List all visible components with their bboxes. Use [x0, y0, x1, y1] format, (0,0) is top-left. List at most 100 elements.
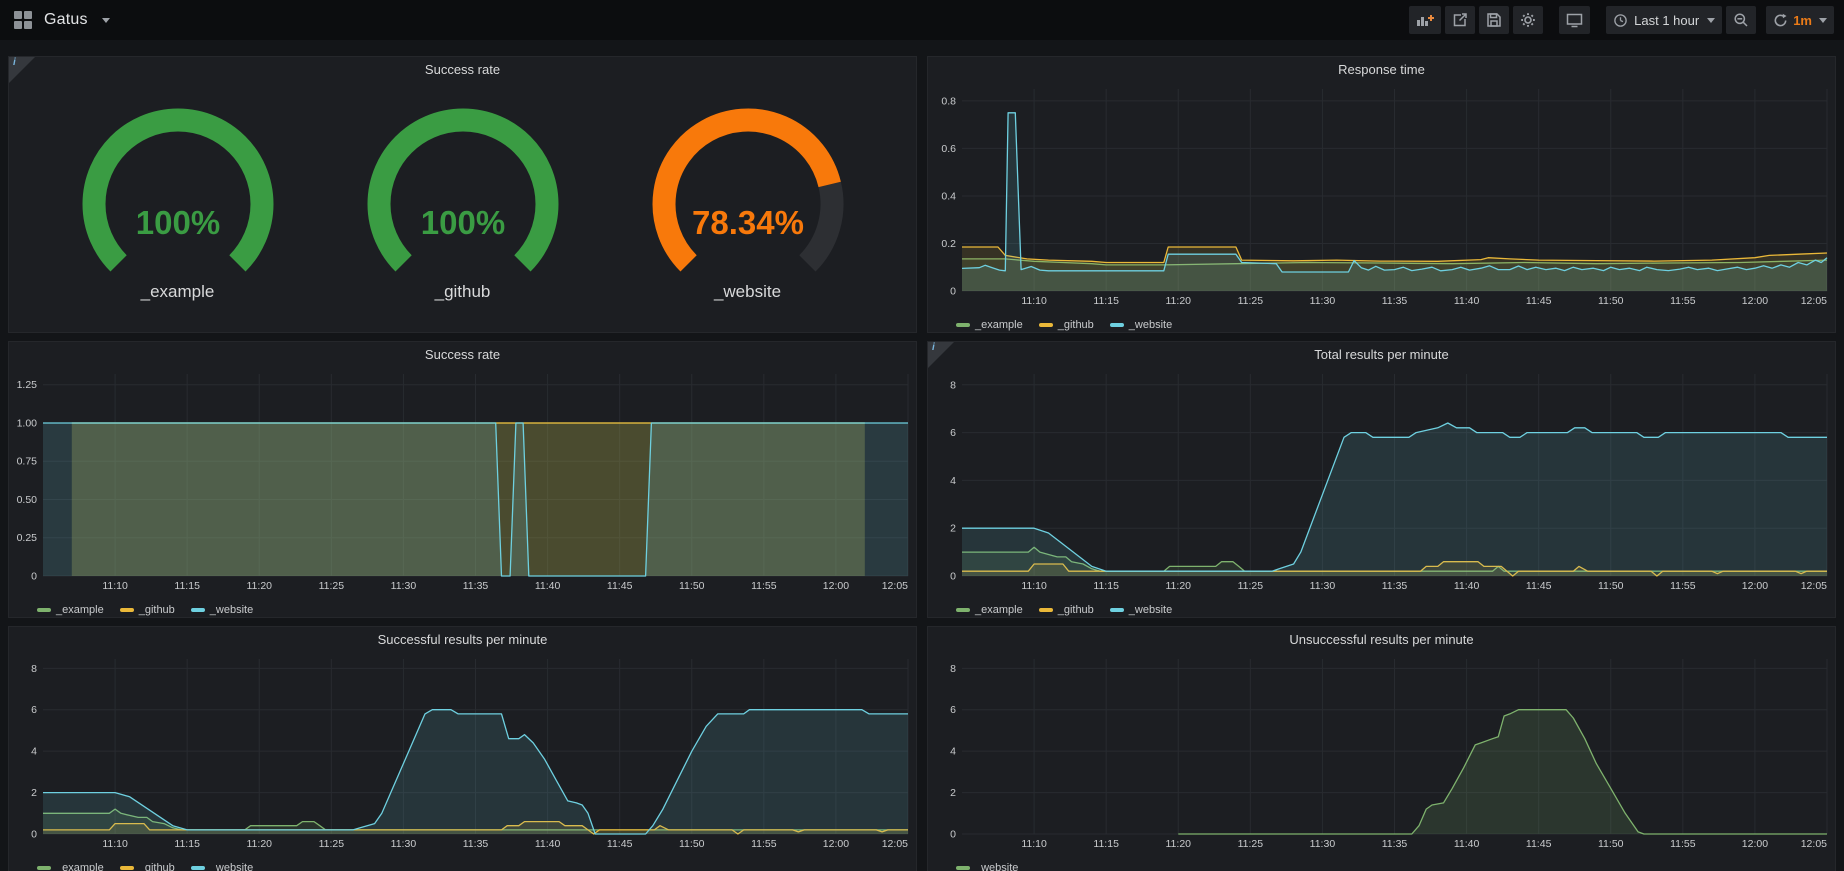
panel-info-icon[interactable]: i	[928, 342, 954, 368]
legend-item-_github[interactable]: _github	[1039, 604, 1094, 616]
y-axis-tick: 6	[31, 704, 37, 716]
chart-success-rate[interactable]: 00.250.500.751.001.2511:1011:1511:2011:2…	[9, 368, 916, 598]
gauge-_github[interactable]: 100%_github	[343, 108, 583, 302]
refresh-picker[interactable]: 1m	[1766, 6, 1834, 34]
grafana-menu-icon[interactable]	[14, 11, 32, 29]
x-axis-tick: 11:45	[607, 838, 633, 850]
legend-color-chip	[1039, 608, 1053, 612]
x-axis-tick: 11:40	[1454, 838, 1480, 850]
legend-label: _github	[1058, 604, 1094, 616]
x-axis-tick: 11:45	[607, 580, 633, 592]
x-axis-tick: 11:15	[1093, 838, 1119, 850]
panel-title[interactable]: Success rate	[9, 57, 916, 83]
info-glyph: i	[13, 57, 16, 68]
legend: _example _github _website	[9, 856, 916, 871]
gauge-arc: 78.34%	[628, 108, 868, 278]
legend-color-chip	[1039, 323, 1053, 327]
legend-item-_github[interactable]: _github	[1039, 319, 1094, 331]
legend-item-_website[interactable]: _website	[1110, 604, 1172, 616]
x-axis-tick: 12:00	[823, 580, 849, 592]
series-area-_website	[43, 423, 908, 576]
add-panel-button[interactable]	[1409, 6, 1441, 34]
gauge-label: _website	[714, 282, 781, 302]
panel-title[interactable]: Response time	[928, 57, 1835, 83]
panel-title[interactable]: Success rate	[9, 342, 916, 368]
legend-item-_website[interactable]: _website	[1110, 319, 1172, 331]
x-axis-tick: 11:55	[1670, 580, 1696, 592]
tv-mode-button[interactable]	[1559, 6, 1590, 34]
legend-item-_github[interactable]: _github	[120, 862, 175, 871]
time-range-picker[interactable]: Last 1 hour	[1606, 6, 1722, 34]
legend-label: _website	[1129, 604, 1172, 616]
legend-item-_example[interactable]: _example	[37, 604, 104, 616]
legend-item-_website[interactable]: _website	[191, 862, 253, 871]
legend-label: _example	[56, 862, 104, 871]
dashboard-title[interactable]: Gatus	[44, 11, 88, 29]
legend-color-chip	[1110, 323, 1124, 327]
gauge-_example[interactable]: 100%_example	[58, 108, 298, 302]
x-axis-tick: 12:05	[882, 838, 908, 850]
chart-svg: 0246811:1011:1511:2011:2511:3011:3511:40…	[928, 653, 1835, 851]
x-axis-tick: 11:10	[1021, 580, 1047, 592]
dashboard-dropdown-caret[interactable]	[102, 18, 110, 23]
legend-item-_github[interactable]: _github	[120, 604, 175, 616]
refresh-icon	[1773, 13, 1788, 28]
legend-color-chip	[956, 323, 970, 327]
chart-svg: 0246811:1011:1511:2011:2511:3011:3511:40…	[928, 368, 1835, 593]
x-axis-tick: 11:50	[679, 838, 705, 850]
gauge-_website[interactable]: 78.34% _website	[628, 108, 868, 302]
y-axis-tick: 0	[31, 571, 37, 583]
x-axis-tick: 11:35	[463, 580, 489, 592]
panel-title[interactable]: Total results per minute	[928, 342, 1835, 368]
x-axis-tick: 11:55	[751, 580, 777, 592]
chart-total-results[interactable]: 0246811:1011:1511:2011:2511:3011:3511:40…	[928, 368, 1835, 598]
chart-unsuccessful-results[interactable]: 0246811:1011:1511:2011:2511:3011:3511:40…	[928, 653, 1835, 856]
panel-info-icon[interactable]: i	[9, 57, 35, 83]
panel-success-rate-timeseries: Success rate 00.250.500.751.001.2511:101…	[8, 341, 917, 618]
legend-label: _website	[1129, 319, 1172, 331]
legend: _example _github _website	[9, 598, 916, 622]
x-axis-tick: 12:05	[1801, 580, 1827, 592]
chart-response-time[interactable]: 00.20.40.60.811:1011:1511:2011:2511:3011…	[928, 83, 1835, 313]
save-button[interactable]	[1479, 6, 1509, 34]
x-axis-tick: 11:50	[679, 580, 705, 592]
x-axis-tick: 11:45	[1526, 580, 1552, 592]
legend-item-_website[interactable]: _website	[191, 604, 253, 616]
legend-item-_example[interactable]: _example	[37, 862, 104, 871]
time-range-label: Last 1 hour	[1634, 13, 1699, 28]
legend-label: _website	[210, 862, 253, 871]
x-axis-tick: 11:50	[1598, 295, 1624, 307]
add-panel-icon	[1416, 12, 1434, 28]
x-axis-tick: 11:25	[1238, 295, 1264, 307]
y-axis-tick: 8	[950, 663, 956, 675]
share-button[interactable]	[1445, 6, 1475, 34]
y-axis-tick: 4	[950, 746, 956, 758]
x-axis-tick: 11:35	[463, 838, 489, 850]
panel-success-rate-gauges: i Success rate 100%_example100%_github78…	[8, 56, 917, 333]
x-axis-tick: 11:35	[1382, 580, 1408, 592]
share-icon	[1452, 12, 1468, 28]
info-glyph: i	[932, 342, 935, 353]
x-axis-tick: 11:55	[1670, 838, 1696, 850]
y-axis-tick: 0.2	[941, 238, 956, 250]
settings-button[interactable]	[1513, 6, 1543, 34]
panel-title[interactable]: Successful results per minute	[9, 627, 916, 653]
panel-title[interactable]: Unsuccessful results per minute	[928, 627, 1835, 653]
zoom-out-button[interactable]	[1726, 6, 1756, 34]
x-axis-tick: 11:30	[1310, 580, 1336, 592]
legend-item-_website[interactable]: _website	[956, 862, 1018, 871]
chart-successful-results[interactable]: 0246811:1011:1511:2011:2511:3011:3511:40…	[9, 653, 916, 856]
y-axis-tick: 1.25	[17, 379, 38, 391]
x-axis-tick: 12:00	[823, 838, 849, 850]
x-axis-tick: 11:45	[1526, 838, 1552, 850]
legend-color-chip	[120, 866, 134, 870]
y-axis-tick: 0.6	[941, 143, 956, 155]
legend-item-_example[interactable]: _example	[956, 319, 1023, 331]
panel-successful-results: Successful results per minute 0246811:10…	[8, 626, 917, 871]
legend-item-_example[interactable]: _example	[956, 604, 1023, 616]
series-area-_website	[962, 423, 1827, 576]
refresh-interval-label: 1m	[1793, 13, 1812, 28]
gauge-value: 100%	[420, 204, 504, 241]
x-axis-tick: 11:15	[1093, 295, 1119, 307]
dashboard-grid: i Success rate 100%_example100%_github78…	[0, 40, 1844, 871]
